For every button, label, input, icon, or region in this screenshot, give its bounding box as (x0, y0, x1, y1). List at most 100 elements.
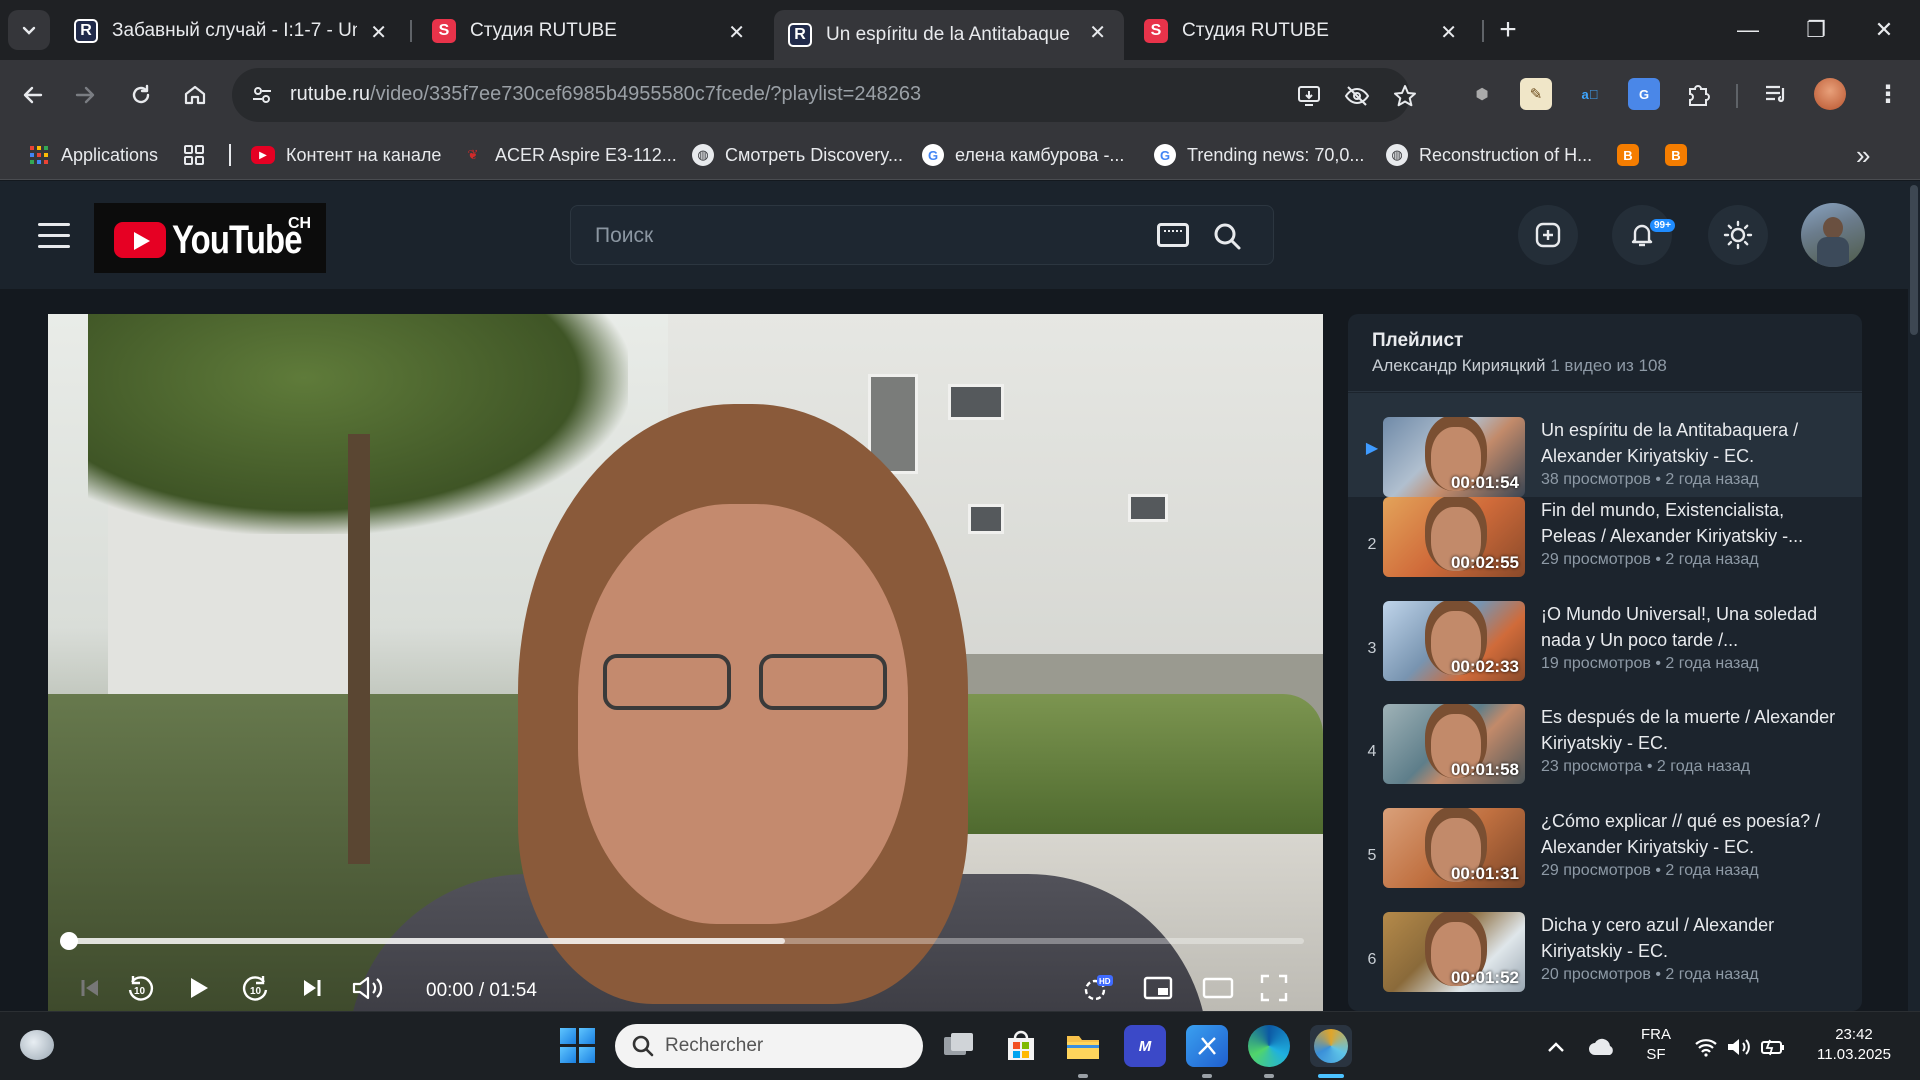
menu-dots-icon[interactable]: ⋮ (1872, 78, 1904, 110)
bookmark-kamburova[interactable]: G елена камбурова -... (922, 140, 1124, 170)
taskbar-search[interactable] (615, 1024, 923, 1068)
browser-tab[interactable]: R Забавный случай - I:1-7 - Un c ✕ (60, 10, 405, 52)
translate-lang-extension-icon[interactable]: a⃝ (1574, 78, 1606, 110)
previous-video-button[interactable] (72, 968, 108, 1008)
page-scrollbar[interactable] (1908, 181, 1920, 1011)
bookmark-reconstruction[interactable]: ◍ Reconstruction of H... (1386, 140, 1592, 170)
file-explorer-icon[interactable] (1062, 1025, 1104, 1067)
start-button[interactable] (560, 1028, 596, 1064)
profile-avatar-icon[interactable] (1814, 78, 1846, 110)
video-progress-bar[interactable] (60, 932, 1304, 950)
reading-list-icon[interactable] (1760, 78, 1792, 110)
volume-button[interactable] (348, 968, 388, 1008)
item-number: 5 (1367, 847, 1377, 864)
minimize-button[interactable]: — (1730, 12, 1766, 48)
menu-hamburger-icon[interactable] (38, 223, 70, 249)
chevron-up-icon[interactable] (1543, 1034, 1569, 1060)
browser-tab-active[interactable]: R Un espíritu de la Antitabaquera ✕ (774, 10, 1124, 60)
bookmark-kontent[interactable]: ▶ Контент на канале (251, 140, 441, 170)
forward-10-icon: 10 (242, 976, 268, 1001)
chrome-canary-icon[interactable] (1310, 1025, 1352, 1067)
search-icon[interactable] (1211, 220, 1243, 252)
url-text[interactable]: rutube.ru/video/335f7ee730cef6985b495558… (290, 83, 921, 106)
upload-button[interactable] (1518, 205, 1578, 265)
playlist-item[interactable]: ▶ 00:01:54 Un espíritu de la Antitabaque… (1348, 393, 1862, 497)
notebook-extension-icon[interactable]: ✎ (1520, 78, 1552, 110)
video-player[interactable]: 10 10 00:00 / 01:54 HD (48, 314, 1323, 1011)
playlist-item[interactable]: 2 00:02:55 Fin del mundo, Existencialist… (1348, 497, 1862, 601)
bookmark-applications[interactable]: Applications (28, 140, 158, 170)
close-tab-icon[interactable]: ✕ (370, 20, 387, 45)
snipping-tool-icon[interactable] (1186, 1025, 1228, 1067)
language-indicator[interactable]: FRA SF (1634, 1025, 1678, 1065)
next-video-button[interactable] (294, 968, 330, 1008)
edge-browser-icon[interactable] (1248, 1025, 1290, 1067)
bookmarks-overflow-button[interactable]: » (1856, 140, 1870, 170)
volume-icon[interactable] (1726, 1034, 1752, 1060)
close-tab-icon[interactable]: ✕ (1440, 20, 1457, 45)
clock[interactable]: 23:42 11.03.2025 (1796, 1025, 1912, 1065)
bookmark-star-icon[interactable] (1390, 81, 1420, 111)
address-bar[interactable]: rutube.ru/video/335f7ee730cef6985b495558… (232, 68, 1416, 122)
video-title: Es después de la muerte / Alexander Kiri… (1541, 707, 1836, 753)
fullscreen-button[interactable] (1254, 968, 1294, 1008)
tab-groups-button[interactable] (183, 140, 205, 170)
bookmark-trending[interactable]: G Trending news: 70,0... (1154, 140, 1364, 170)
home-button[interactable] (176, 76, 214, 114)
back-button[interactable] (14, 76, 52, 114)
playlist-author[interactable]: Александр Кирияцкий (1372, 356, 1546, 375)
playlist-item[interactable]: 6 00:01:52 Dicha y cero azul / Alexander… (1348, 912, 1862, 1011)
theme-toggle-button[interactable] (1708, 205, 1768, 265)
new-tab-button[interactable]: + (1490, 12, 1526, 48)
wifi-icon[interactable] (1693, 1034, 1719, 1060)
extensions-puzzle-icon[interactable] (1682, 78, 1714, 110)
quality-settings-button[interactable]: HD (1078, 968, 1118, 1008)
browser-tab[interactable]: S Студия RUTUBE ✕ (418, 10, 763, 52)
site-info-icon[interactable] (246, 79, 278, 111)
rewind-10-button[interactable]: 10 (120, 968, 160, 1008)
video-duration: 00:02:55 (1450, 553, 1519, 572)
site-search-box[interactable] (570, 205, 1274, 265)
keyboard-layout: SF (1646, 1046, 1666, 1063)
close-tab-icon[interactable]: ✕ (1089, 20, 1106, 45)
site-logo[interactable]: YouTube CH (94, 203, 326, 273)
search-input[interactable] (595, 220, 1095, 252)
browser-tab[interactable]: S Студия RUTUBE ✕ (1130, 10, 1475, 52)
forward-button[interactable] (66, 76, 104, 114)
video-meta: 23 просмотра • 2 года назад (1541, 758, 1751, 775)
reload-button[interactable] (122, 76, 160, 114)
battery-icon[interactable] (1760, 1034, 1786, 1060)
close-window-button[interactable]: ✕ (1866, 12, 1902, 48)
playlist-item[interactable]: 5 00:01:31 ¿Cómo explicar // qué es poes… (1348, 808, 1862, 912)
onedrive-cloud-icon[interactable] (1586, 1034, 1618, 1060)
tab-search-button[interactable] (8, 10, 50, 50)
task-view-icon[interactable] (938, 1025, 980, 1067)
video-title: ¿Cómo explicar // qué es poesía? / Alexa… (1541, 811, 1821, 857)
eye-off-icon[interactable] (1342, 81, 1372, 111)
progress-scrubber[interactable] (60, 932, 78, 950)
shield-extension-icon[interactable]: ⬢ (1466, 78, 1498, 110)
notifications-button[interactable]: 99+ (1612, 205, 1675, 265)
math-app-icon[interactable]: M (1124, 1025, 1166, 1067)
bookmark-blogger-2[interactable]: B (1665, 140, 1698, 170)
taskbar-search-input[interactable] (665, 1034, 905, 1058)
google-translate-icon[interactable]: G (1628, 78, 1660, 110)
theater-mode-button[interactable] (1198, 968, 1238, 1008)
bookmark-blogger-1[interactable]: B (1617, 140, 1650, 170)
chevron-down-icon (22, 26, 36, 35)
pip-button[interactable] (1138, 968, 1178, 1008)
close-tab-icon[interactable]: ✕ (728, 20, 745, 45)
scrollbar-thumb[interactable] (1910, 185, 1918, 335)
microsoft-store-icon[interactable] (1000, 1025, 1042, 1067)
bookmark-discovery[interactable]: ◍ Смотреть Discovery... (692, 140, 903, 170)
user-avatar[interactable] (1801, 203, 1865, 267)
restore-button[interactable]: ❐ (1798, 12, 1834, 48)
bookmark-acer[interactable]: ❦ ACER Aspire E3-112... (462, 140, 677, 170)
play-button[interactable] (178, 968, 218, 1008)
weather-icon[interactable] (20, 1030, 54, 1060)
forward-10-button[interactable]: 10 (236, 968, 276, 1008)
install-app-icon[interactable] (1294, 81, 1324, 111)
playlist-item[interactable]: 3 00:02:33 ¡O Mundo Universal!, Una sole… (1348, 601, 1862, 705)
keyboard-icon[interactable] (1157, 223, 1189, 247)
playlist-item[interactable]: 4 00:01:58 Es después de la muerte / Ale… (1348, 704, 1862, 808)
